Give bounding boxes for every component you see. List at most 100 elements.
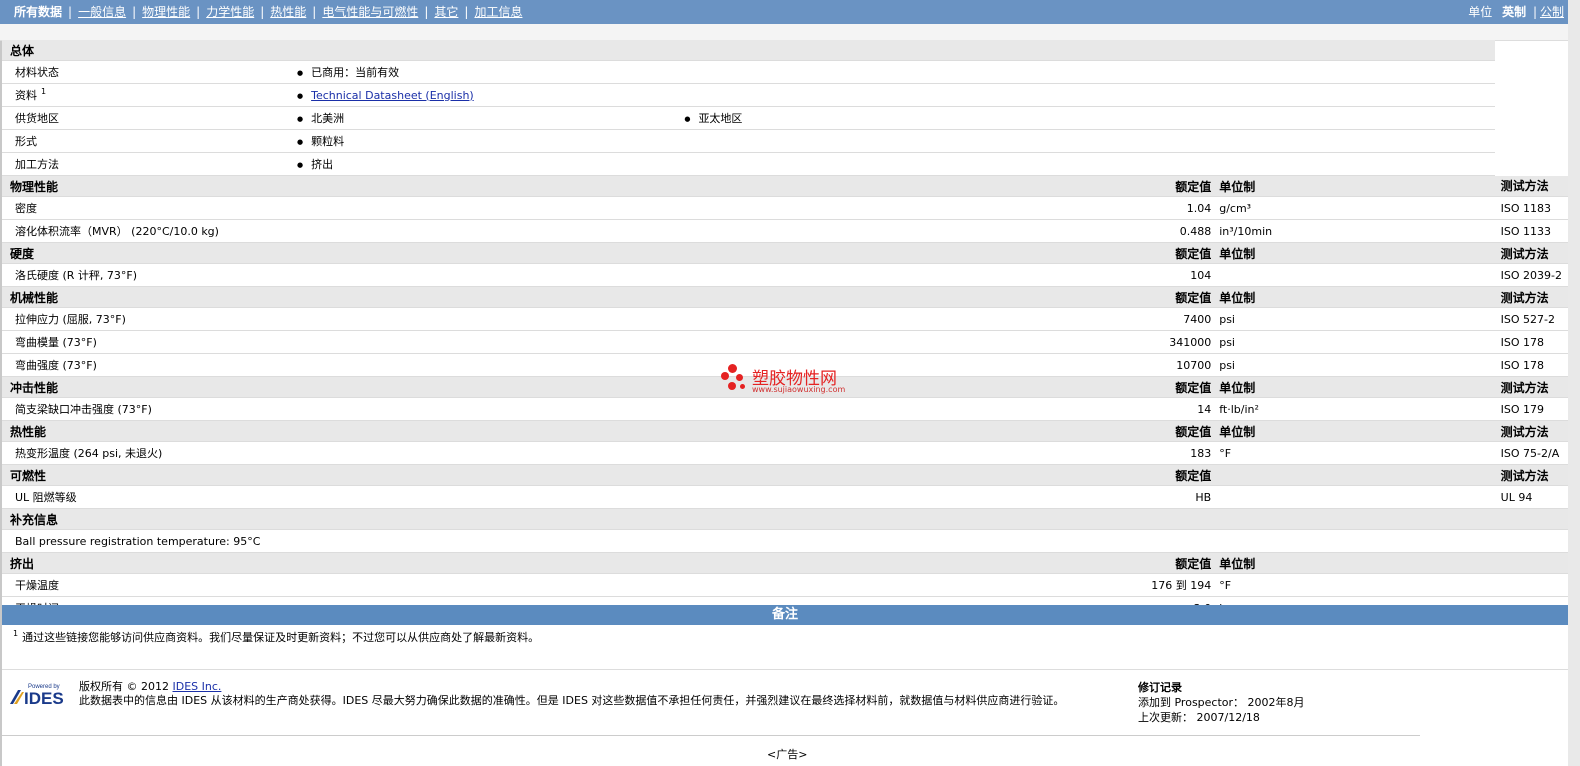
- separator: |: [464, 5, 469, 19]
- test-method: ISO 1133: [1494, 219, 1568, 243]
- datasheet-link[interactable]: Technical Datasheet (English): [311, 89, 474, 102]
- section-header: 物理性能 额定值 单位制 测试方法: [2, 175, 1568, 197]
- value-text: 颗粒料: [311, 135, 345, 148]
- unit-header: [1216, 464, 1495, 486]
- property-value: 颗粒料: [292, 129, 681, 153]
- property-value: [680, 60, 1495, 84]
- tab-bar: 所有数据 | 一般信息 | 物理性能 | 力学性能 | 热性能 | 电气性能与可燃性 | 其它 | 加工信息: [14, 0, 522, 24]
- property-label: 形式: [15, 135, 37, 148]
- datasheet-table: 总体材料状态 已商用：当前有效资料 1 Technical Datasheet (En…: [2, 40, 1568, 620]
- unit-header: 单位制: [1216, 175, 1495, 197]
- property-name: 材料状态: [2, 60, 293, 84]
- watermark-dot: [736, 374, 743, 381]
- separator: |: [132, 5, 137, 19]
- unit-metric-link[interactable]: 公制: [1540, 5, 1564, 19]
- unit-value: °F: [1216, 573, 1495, 597]
- tab-item[interactable]: 力学性能: [206, 5, 254, 19]
- test-method: ISO 178: [1494, 353, 1568, 377]
- property-value: [680, 152, 1495, 176]
- bullet-icon: [299, 66, 311, 79]
- tab-item[interactable]: 其它: [434, 5, 458, 19]
- bullet-icon: [686, 112, 698, 125]
- table-row: 供货地区 北美洲 亚太地区: [2, 106, 1568, 130]
- separator: |: [1532, 5, 1537, 19]
- table-row: 拉伸应力 (屈服, 73°F) 7400 psi ISO 527-2: [2, 307, 1568, 331]
- test-method: ISO 178: [1494, 330, 1568, 354]
- unit-switcher: 单位 英制 | 公制: [1468, 0, 1564, 24]
- unit-value: psi: [1216, 353, 1495, 377]
- section-header: 硬度 额定值 单位制 测试方法: [2, 242, 1568, 264]
- ides-logo: Powered by IDES: [10, 684, 64, 706]
- separator: |: [424, 5, 429, 19]
- divider: [2, 735, 1420, 736]
- section-title: 总体: [2, 40, 1495, 61]
- property-name: 简支梁缺口冲击强度 (73°F): [2, 397, 681, 421]
- tab-item[interactable]: 电气性能与可燃性: [322, 5, 418, 19]
- separator: |: [312, 5, 317, 19]
- tab-item[interactable]: 热性能: [270, 5, 306, 19]
- unit-value: in³/10min: [1216, 219, 1495, 243]
- method-header: 测试方法: [1494, 376, 1568, 398]
- unit-header: 单位制: [1216, 420, 1495, 442]
- nominal-header: 额定值: [680, 175, 1217, 197]
- watermark-url: www.sujiaowuxing.com: [752, 385, 846, 394]
- method-header: 测试方法: [1494, 286, 1568, 308]
- method-header: 测试方法: [1494, 175, 1568, 197]
- revision-history: 修订记录 添加到 Prospector： 2002年8月 上次更新： 2007/…: [1138, 680, 1305, 725]
- value-text: 挤出: [311, 158, 334, 171]
- bullet-icon: [299, 135, 311, 148]
- unit-header: 单位制: [1216, 242, 1495, 264]
- method-header: 测试方法: [1494, 464, 1568, 486]
- nominal-value: 183: [680, 441, 1217, 465]
- spacer-row: [0, 24, 1568, 41]
- watermark-logo: 塑胶物性网 www.sujiaowuxing.com: [720, 362, 860, 396]
- ad-label: <广告>: [767, 748, 808, 761]
- footnote: 1 通过这些链接您能够访问供应商资料。我们尽量保证及时更新资料；不过您可以从供应商…: [13, 629, 539, 645]
- unit-value: psi: [1216, 330, 1495, 354]
- table-row: 材料状态 已商用：当前有效: [2, 60, 1568, 84]
- copyright-block: 版权所有 © 2012 IDES Inc. 此数据表中的信息由 IDES 从该材…: [79, 680, 1064, 708]
- test-method: ISO 527-2: [1494, 307, 1568, 331]
- test-method: ISO 75-2/A: [1494, 441, 1568, 465]
- property-name: 热变形温度 (264 psi, 未退火): [2, 441, 681, 465]
- updated-value: 2007/12/18: [1196, 711, 1260, 724]
- top-navigation: 所有数据 | 一般信息 | 物理性能 | 力学性能 | 热性能 | 电气性能与可燃性 | 其它 | 加工信息…: [0, 0, 1568, 24]
- section-header: 机械性能 额定值 单位制 测试方法: [2, 286, 1568, 308]
- unit-value: g/cm³: [1216, 196, 1495, 220]
- test-method: ISO 1183: [1494, 196, 1568, 220]
- nominal-value: 1.04: [680, 196, 1217, 220]
- section-title: 可燃性: [2, 464, 681, 486]
- unit-header: 单位制: [1216, 286, 1495, 308]
- bullet-icon: [299, 89, 311, 102]
- company-link[interactable]: IDES Inc.: [173, 680, 222, 693]
- property-value: 亚太地区: [680, 106, 1495, 130]
- separator: |: [68, 5, 73, 19]
- unit-value: [1216, 263, 1495, 287]
- unit-imperial[interactable]: 英制: [1502, 5, 1526, 19]
- property-label: 供货地区: [15, 112, 59, 125]
- tab-item[interactable]: 物理性能: [142, 5, 190, 19]
- section-header: 热性能 额定值 单位制 测试方法: [2, 420, 1568, 442]
- tab-item[interactable]: 加工信息: [474, 5, 522, 19]
- property-name: 供货地区: [2, 106, 293, 130]
- property-value: 挤出: [292, 152, 681, 176]
- table-row: 洛氏硬度 (R 计秤, 73°F) 104 ISO 2039-2: [2, 263, 1568, 287]
- supplemental-text: Ball pressure registration temperature: …: [2, 529, 1568, 553]
- footnote-ref: 1: [41, 87, 47, 97]
- method-header: 测试方法: [1494, 242, 1568, 264]
- section-title: 挤出: [2, 552, 681, 574]
- added-label: 添加到 Prospector：: [1138, 696, 1245, 709]
- tab-item[interactable]: 一般信息: [78, 5, 126, 19]
- tab-item[interactable]: 所有数据: [14, 5, 62, 19]
- disclaimer: 此数据表中的信息由 IDES 从该材料的生产商处获得。IDES 尽最大努力确保此…: [79, 694, 1065, 707]
- test-method: UL 94: [1494, 485, 1568, 509]
- section-title: 硬度: [2, 242, 681, 264]
- property-name: 洛氏硬度 (R 计秤, 73°F): [2, 263, 681, 287]
- value-text: 北美洲: [311, 112, 345, 125]
- revision-title: 修订记录: [1138, 681, 1182, 694]
- footnote-text: 通过这些链接您能够访问供应商资料。我们尽量保证及时更新资料；不过您可以从供应商处…: [22, 631, 540, 644]
- bullet-icon: [299, 112, 311, 125]
- table-row: 干燥温度 176 到 194 °F: [2, 573, 1568, 597]
- unit-value: °F: [1216, 441, 1495, 465]
- value-text: 已商用：当前有效: [311, 66, 400, 79]
